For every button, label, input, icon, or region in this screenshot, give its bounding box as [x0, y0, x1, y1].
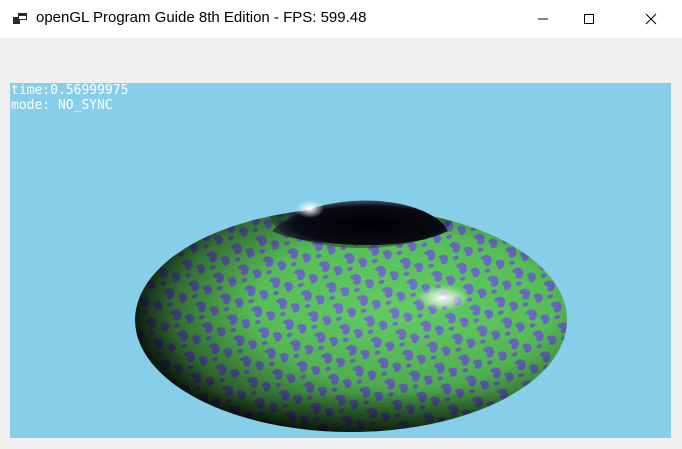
minimize-icon: [537, 13, 549, 25]
title-bar[interactable]: openGL Program Guide 8th Edition - FPS: …: [0, 0, 682, 38]
torus-model: [135, 200, 567, 432]
app-window: openGL Program Guide 8th Edition - FPS: …: [0, 0, 682, 449]
time-readout: time:0.56999975: [11, 83, 129, 98]
sync-mode-readout: mode: NO_SYNC: [11, 98, 113, 113]
maximize-button[interactable]: [566, 0, 612, 38]
window-title: openGL Program Guide 8th Edition - FPS: …: [36, 9, 367, 26]
maximize-icon: [583, 13, 595, 25]
minimize-button[interactable]: [520, 0, 566, 38]
opengl-viewport[interactable]: time:0.56999975 mode: NO_SYNC: [10, 83, 671, 438]
close-icon: [645, 13, 657, 25]
app-window-icon[interactable]: [12, 11, 28, 27]
close-button[interactable]: [628, 0, 674, 38]
